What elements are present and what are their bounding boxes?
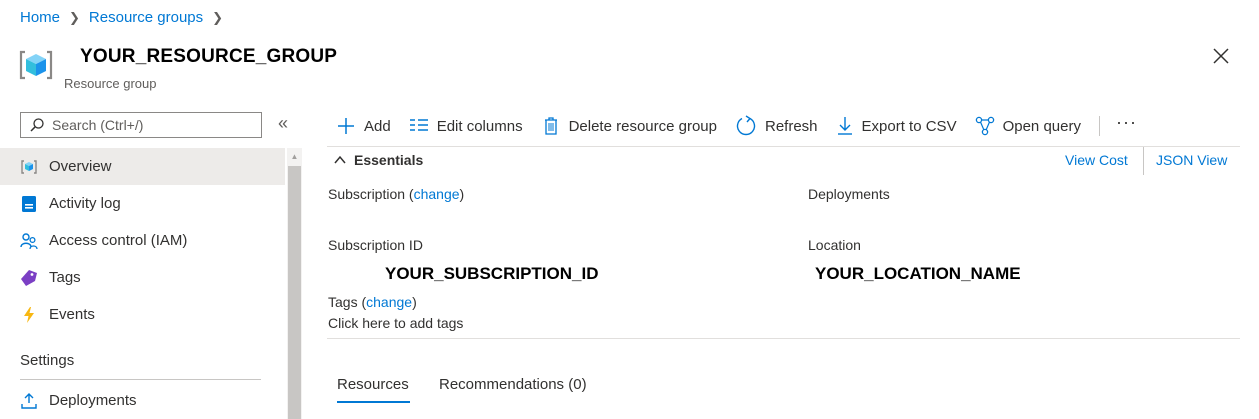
close-icon[interactable]: [1210, 45, 1232, 67]
active-tab-indicator: [337, 401, 410, 403]
chevron-up-icon: [334, 155, 346, 164]
page-subtitle: Resource group: [64, 76, 157, 91]
add-button[interactable]: Add: [336, 116, 391, 136]
sidebar-item-activity-log[interactable]: Activity log: [0, 185, 285, 222]
page-title: YOUR_RESOURCE_GROUP: [80, 46, 338, 67]
delete-resource-group-button[interactable]: Delete resource group: [541, 116, 717, 136]
search-input[interactable]: [50, 116, 254, 134]
export-csv-button[interactable]: Export to CSV: [836, 116, 957, 136]
breadcrumb-home[interactable]: Home: [20, 9, 60, 26]
sidebar-item-label: Access control (IAM): [49, 232, 188, 249]
columns-icon: [409, 119, 428, 131]
subscription-id-value: YOUR_SUBSCRIPTION_ID: [385, 264, 599, 283]
open-query-button[interactable]: Open query: [975, 116, 1081, 136]
edit-columns-button[interactable]: Edit columns: [409, 116, 523, 136]
view-cost-link[interactable]: View Cost: [1065, 152, 1128, 168]
divider: [1143, 147, 1144, 175]
tag-icon: [20, 269, 38, 287]
essentials-title: Essentials: [354, 152, 424, 168]
sidebar-item-label: Overview: [49, 158, 112, 175]
edit-columns-label: Edit columns: [436, 117, 523, 135]
upload-icon: [20, 392, 38, 410]
trash-icon: [544, 117, 557, 135]
subscription-label: Subscription: [328, 186, 406, 202]
change-subscription-link[interactable]: change: [414, 186, 460, 202]
command-bar: Add Edit columns Delete resource group R…: [336, 112, 1137, 140]
search-icon: [30, 118, 44, 132]
breadcrumb: Home ❯ Resource groups ❯: [20, 9, 232, 26]
deployments-label: Deployments: [808, 186, 890, 202]
resource-group-icon: [20, 158, 38, 176]
subscription-id-label: Subscription ID: [328, 237, 423, 253]
toolbar-divider: [1098, 116, 1100, 136]
more-options-button[interactable]: ···: [1116, 112, 1137, 133]
scroll-up-arrow-icon[interactable]: ▲: [287, 148, 302, 164]
sidebar-item-label: Activity log: [49, 195, 121, 212]
refresh-button[interactable]: Refresh: [735, 115, 818, 137]
chevron-right-icon: ❯: [212, 9, 224, 25]
subscription-field: Subscription (change): [328, 186, 465, 202]
sidebar-item-events[interactable]: Events: [0, 296, 285, 333]
tab-resources[interactable]: Resources: [337, 376, 409, 393]
refresh-icon: [736, 115, 756, 136]
sidebar-item-label: Deployments: [49, 392, 137, 409]
breadcrumb-resource-groups[interactable]: Resource groups: [89, 9, 203, 26]
add-tags-link[interactable]: Click here to add tags: [328, 315, 463, 331]
search-box[interactable]: [20, 112, 262, 138]
plus-icon: [338, 118, 354, 134]
divider: [327, 146, 1240, 147]
activity-log-icon: [20, 195, 38, 213]
location-label: Location: [808, 237, 861, 253]
sidebar-item-tags[interactable]: Tags: [0, 259, 285, 296]
sidebar-item-overview[interactable]: Overview: [0, 148, 285, 185]
location-value: YOUR_LOCATION_NAME: [815, 264, 1021, 283]
tags-label: Tags: [328, 294, 358, 310]
tags-field: Tags (change): [328, 294, 417, 310]
resource-group-icon: [19, 50, 53, 80]
add-label: Add: [364, 117, 391, 135]
people-icon: [20, 232, 38, 250]
download-icon: [837, 117, 852, 135]
sidebar-item-iam[interactable]: Access control (IAM): [0, 222, 285, 259]
scrollbar-thumb[interactable]: [288, 166, 301, 419]
delete-label: Delete resource group: [568, 117, 717, 135]
query-icon: [975, 116, 994, 136]
open-query-label: Open query: [1002, 117, 1081, 135]
change-tags-link[interactable]: change: [366, 294, 412, 310]
chevron-right-icon: ❯: [69, 9, 80, 25]
refresh-label: Refresh: [765, 117, 818, 135]
sidebar-item-label: Tags: [49, 269, 81, 286]
json-view-link[interactable]: JSON View: [1156, 152, 1227, 168]
divider: [20, 379, 261, 380]
sidebar-item-deployments[interactable]: Deployments: [0, 382, 285, 419]
divider: [327, 338, 1240, 339]
sidebar-section-settings: Settings: [20, 352, 75, 369]
lightning-icon: [20, 306, 38, 324]
export-label: Export to CSV: [861, 117, 957, 135]
collapse-sidebar-button[interactable]: «: [278, 113, 288, 134]
essentials-toggle[interactable]: Essentials: [334, 152, 423, 168]
tab-recommendations[interactable]: Recommendations (0): [439, 376, 587, 393]
sidebar-item-label: Events: [49, 306, 95, 323]
